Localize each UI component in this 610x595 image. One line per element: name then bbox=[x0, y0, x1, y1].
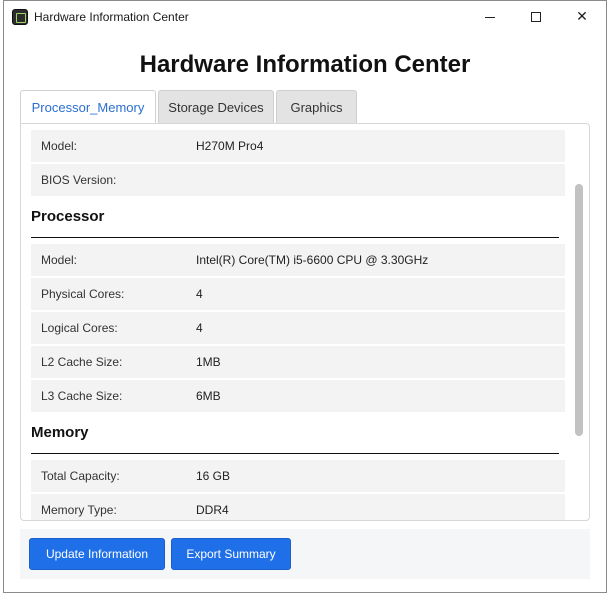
vertical-scrollbar[interactable] bbox=[575, 184, 583, 436]
close-button[interactable]: ✕ bbox=[559, 1, 605, 33]
update-information-button[interactable]: Update Information bbox=[29, 538, 165, 570]
row-label: Model: bbox=[41, 139, 78, 153]
close-icon: ✕ bbox=[576, 9, 588, 25]
scroll-content: Model: H270M Pro4 BIOS Version: Processo… bbox=[31, 130, 565, 520]
row-value: 6MB bbox=[196, 389, 221, 403]
export-summary-button[interactable]: Export Summary bbox=[171, 538, 291, 570]
app-icon bbox=[12, 9, 28, 25]
row-value: 16 GB bbox=[196, 469, 231, 483]
minimize-icon bbox=[485, 16, 495, 18]
info-row: L3 Cache Size: 6MB bbox=[31, 380, 565, 412]
section-divider bbox=[31, 453, 559, 454]
title-bar[interactable]: Hardware Information Center ✕ bbox=[4, 1, 606, 34]
info-row: Logical Cores: 4 bbox=[31, 312, 565, 344]
info-row: Model: Intel(R) Core(TM) i5-6600 CPU @ 3… bbox=[31, 244, 565, 276]
info-row: Total Capacity: 16 GB bbox=[31, 460, 565, 492]
window-title: Hardware Information Center bbox=[34, 10, 189, 24]
row-value: 4 bbox=[196, 321, 203, 335]
footer-bar: Update Information Export Summary bbox=[20, 529, 590, 579]
row-label: L2 Cache Size: bbox=[41, 355, 123, 369]
tab-graphics[interactable]: Graphics bbox=[276, 90, 357, 123]
section-title: Memory bbox=[31, 424, 89, 441]
info-row: Memory Type: DDR4 bbox=[31, 494, 565, 520]
row-value: H270M Pro4 bbox=[196, 139, 264, 153]
tab-content-panel: Model: H270M Pro4 BIOS Version: Processo… bbox=[20, 123, 590, 521]
row-label: BIOS Version: bbox=[41, 173, 117, 187]
minimize-button[interactable] bbox=[467, 1, 513, 33]
section-header-processor: Processor bbox=[31, 198, 565, 238]
row-label: Logical Cores: bbox=[41, 321, 118, 335]
tab-storage-devices[interactable]: Storage Devices bbox=[158, 90, 274, 123]
row-value: DDR4 bbox=[196, 503, 229, 517]
row-label: Physical Cores: bbox=[41, 287, 125, 301]
info-row: Physical Cores: 4 bbox=[31, 278, 565, 310]
info-row: L2 Cache Size: 1MB bbox=[31, 346, 565, 378]
section-divider bbox=[31, 237, 559, 238]
section-title: Processor bbox=[31, 208, 105, 225]
info-row: Model: H270M Pro4 bbox=[31, 130, 565, 162]
row-value: Intel(R) Core(TM) i5-6600 CPU @ 3.30GHz bbox=[196, 253, 429, 267]
row-label: Memory Type: bbox=[41, 503, 117, 517]
section-header-memory: Memory bbox=[31, 414, 565, 454]
row-label: Model: bbox=[41, 253, 78, 267]
app-window: Hardware Information Center ✕ Hardware I… bbox=[3, 0, 607, 593]
page-title: Hardware Information Center bbox=[139, 51, 471, 78]
row-label: Total Capacity: bbox=[41, 469, 120, 483]
info-row: BIOS Version: bbox=[31, 164, 565, 196]
row-label: L3 Cache Size: bbox=[41, 389, 123, 403]
row-value: 4 bbox=[196, 287, 203, 301]
tab-processor-memory[interactable]: Processor_Memory bbox=[20, 90, 156, 124]
maximize-icon bbox=[531, 12, 541, 22]
row-value: 1MB bbox=[196, 355, 221, 369]
maximize-button[interactable] bbox=[513, 1, 559, 33]
